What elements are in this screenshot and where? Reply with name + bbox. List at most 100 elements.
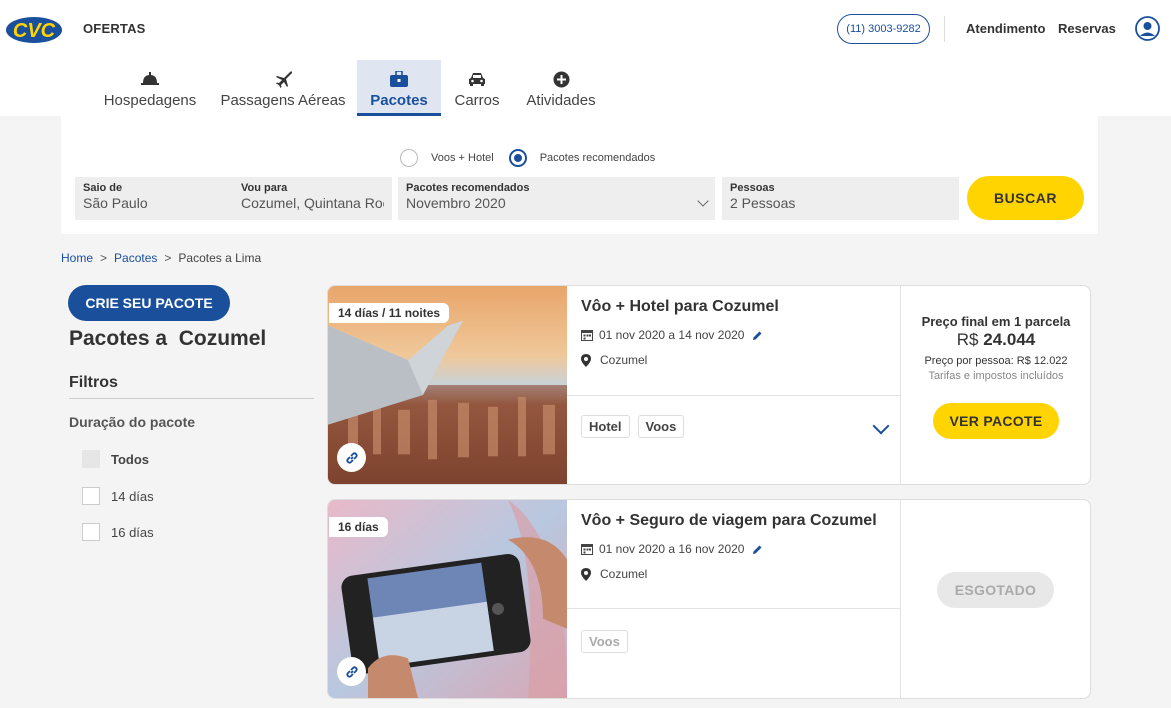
package-dates: 01 nov 2020 a 16 nov 2020 (581, 542, 769, 556)
origin-field[interactable]: Saio de São Paulo (75, 177, 234, 220)
header-divider (944, 16, 945, 42)
price-per-person: Preço por pessoa: R$ 12.022 (924, 355, 1068, 367)
duration-badge: 14 días / 11 noites (329, 303, 450, 323)
tab-passagens-aereas[interactable]: Passagens Aéreas (218, 60, 348, 116)
price-box: Preço final em 1 parcela R$ 24.044 Preço… (901, 286, 1090, 439)
package-location-text: Cozumel (600, 567, 648, 581)
tab-label: Passagens Aéreas (220, 92, 346, 109)
map-pin-icon (581, 567, 591, 581)
airplane-icon (273, 69, 293, 89)
map-pin-icon (581, 353, 591, 367)
price-amount: 24.044 (983, 330, 1036, 349)
svg-text:CVC: CVC (13, 20, 56, 42)
share-link-button[interactable] (337, 443, 366, 472)
breadcrumb-separator: > (164, 251, 172, 265)
taxes-note: Tarifas e impostos incluídos (928, 370, 1064, 382)
package-tags: Voos (581, 630, 628, 653)
filter-option-label: 16 días (111, 524, 154, 540)
filter-option-14[interactable]: 14 días (82, 487, 154, 505)
radio-pacotes-recomendados[interactable] (508, 149, 527, 167)
month-label: Pacotes recomendados (406, 182, 530, 194)
tag-voos: Voos (581, 630, 628, 653)
checkbox[interactable] (82, 523, 100, 541)
filter-option-label: 14 días (111, 488, 154, 504)
link-icon (345, 665, 358, 678)
reservas-link[interactable]: Reservas (1058, 21, 1116, 36)
breadcrumb-separator: > (100, 251, 108, 265)
package-card: 14 días / 11 noites Vôo + Hotel para Coz… (327, 285, 1091, 485)
card-divider (567, 395, 900, 396)
radio-label: Voos + Hotel (431, 152, 494, 164)
filter-option-todos[interactable]: Todos (82, 450, 149, 468)
view-package-button[interactable]: VER PACOTE (933, 403, 1059, 439)
share-link-button[interactable] (337, 657, 366, 686)
tab-carros[interactable]: Carros (448, 60, 506, 116)
card-divider (567, 608, 900, 609)
checkbox[interactable] (82, 487, 100, 505)
filters-divider (69, 398, 314, 399)
tag-voos: Voos (637, 415, 685, 438)
destination-field[interactable]: Vou para Cozumel, Quintana Roo (233, 177, 392, 220)
price-box: ESGOTADO (901, 500, 1090, 698)
pencil-icon[interactable] (752, 544, 763, 555)
tab-atividades[interactable]: Atividades (522, 60, 600, 116)
package-location-text: Cozumel (600, 353, 648, 367)
calendar-icon (581, 544, 593, 555)
tab-label: Carros (454, 92, 500, 109)
package-dates-text: 01 nov 2020 a 16 nov 2020 (599, 542, 745, 556)
suitcase-icon (389, 69, 409, 89)
pencil-icon[interactable] (752, 330, 763, 341)
destination-value: Cozumel, Quintana Roo (241, 195, 384, 211)
people-value: 2 Pessoas (730, 195, 796, 211)
filter-option-16[interactable]: 16 días (82, 523, 154, 541)
breadcrumb-pacotes[interactable]: Pacotes (114, 251, 157, 265)
plus-circle-icon (551, 69, 571, 89)
package-title[interactable]: Vôo + Seguro de viagem para Cozumel (581, 512, 877, 530)
package-tags: Hotel Voos (581, 415, 685, 438)
package-dates: 01 nov 2020 a 14 nov 2020 (581, 328, 769, 342)
package-card: 16 días Vôo + Seguro de viagem para Cozu… (327, 499, 1091, 699)
tab-hospedagens[interactable]: Hospedagens (100, 60, 200, 116)
package-title[interactable]: Vôo + Hotel para Cozumel (581, 298, 779, 316)
car-icon (467, 69, 487, 89)
month-select[interactable]: Pacotes recomendados Novembro 2020 (398, 177, 715, 220)
chevron-down-icon[interactable] (872, 417, 890, 435)
checkbox[interactable] (82, 450, 100, 468)
create-package-button[interactable]: CRIE SEU PACOTE (68, 285, 230, 321)
tag-hotel: Hotel (581, 415, 630, 438)
people-field[interactable]: Pessoas 2 Pessoas (722, 177, 959, 220)
people-label: Pessoas (730, 182, 775, 194)
filter-option-label: Todos (111, 451, 150, 467)
radio-label: Pacotes recomendados (539, 152, 656, 164)
package-location: Cozumel (581, 567, 647, 581)
search-box: Voos + Hotel Pacotes recomendados Saio d… (61, 116, 1098, 234)
header: CVC OFERTAS (11) 3003-9282 Atendimento R… (0, 0, 1171, 116)
user-circle-icon[interactable] (1135, 16, 1160, 41)
tab-pacotes[interactable]: Pacotes (357, 60, 441, 116)
breadcrumb: Home > Pacotes > Pacotes a Lima (61, 251, 261, 265)
month-value: Novembro 2020 (406, 195, 506, 211)
search-button[interactable]: BUSCAR (967, 176, 1084, 220)
breadcrumb-home[interactable]: Home (61, 251, 93, 265)
page-title: Pacotes a Cozumel (69, 327, 267, 350)
cvc-logo[interactable]: CVC (5, 12, 63, 46)
price-value: R$ 24.044 (901, 330, 1090, 350)
ofertas-link[interactable]: OFERTAS (83, 21, 146, 36)
search-type-radios: Voos + Hotel Pacotes recomendados (400, 149, 655, 167)
tab-label: Pacotes (370, 92, 428, 109)
origin-label: Saio de (83, 182, 123, 194)
package-dates-text: 01 nov 2020 a 14 nov 2020 (599, 328, 745, 342)
radio-voos-hotel[interactable] (400, 149, 418, 167)
price-label: Preço final em 1 parcela (921, 314, 1071, 329)
filters-title: Filtros (69, 374, 118, 391)
duration-badge: 16 días (329, 517, 388, 537)
link-icon (345, 451, 358, 464)
tab-label: Hospedagens (103, 92, 197, 109)
phone-button[interactable]: (11) 3003-9282 (837, 14, 930, 44)
atendimento-link[interactable]: Atendimento (966, 21, 1045, 36)
tab-label: Atividades (526, 92, 596, 109)
bell-icon (140, 69, 160, 89)
package-location: Cozumel (581, 353, 647, 367)
sold-out-button: ESGOTADO (937, 572, 1054, 608)
breadcrumb-current: Pacotes a Lima (178, 251, 262, 265)
